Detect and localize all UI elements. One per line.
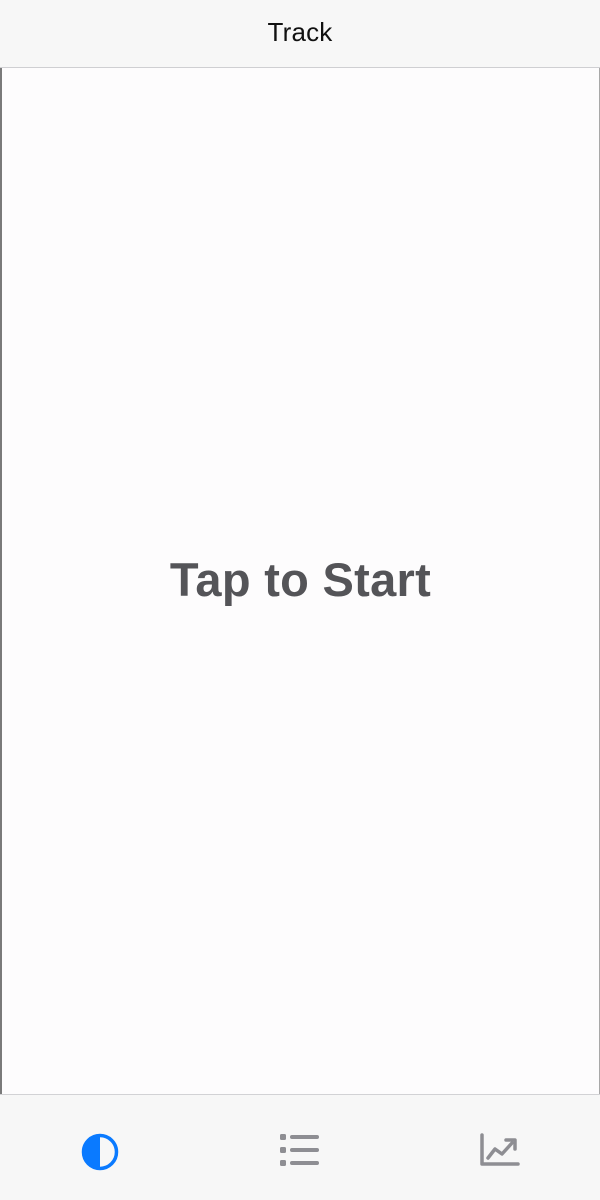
tab-track[interactable] <box>40 1095 160 1200</box>
tab-stats[interactable] <box>440 1095 560 1200</box>
half-circle-icon <box>81 1133 119 1171</box>
page-title: Track <box>267 17 333 47</box>
start-label: Tap to Start <box>169 553 432 606</box>
navigation-bar: Track <box>0 0 600 68</box>
tab-list[interactable] <box>240 1095 360 1200</box>
tab-bar <box>0 1094 600 1200</box>
list-icon <box>280 1134 319 1166</box>
app-screen: Track Tap to Start <box>0 0 600 1200</box>
chart-trend-icon <box>480 1133 520 1166</box>
tap-to-start-area[interactable]: Tap to Start <box>0 68 600 1094</box>
